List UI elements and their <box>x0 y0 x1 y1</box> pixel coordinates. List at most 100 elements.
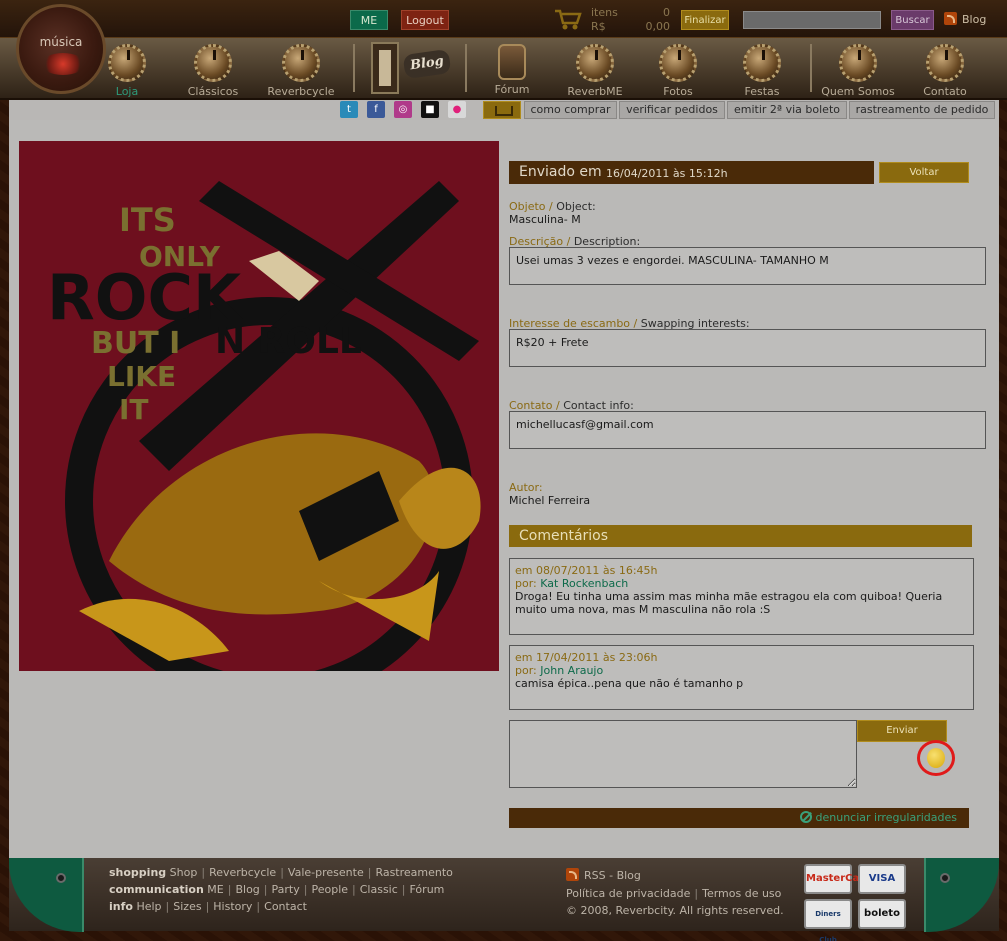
footer-link[interactable]: Shop <box>170 866 198 879</box>
flickr-icon[interactable]: ● <box>448 101 466 118</box>
knob-icon <box>926 44 964 82</box>
objeto-label-en: Object: <box>556 200 596 213</box>
nav-item-festas[interactable]: Festas <box>722 44 802 98</box>
knob-icon <box>282 44 320 82</box>
footer-link[interactable]: Classic <box>360 883 398 896</box>
enviar-button[interactable]: Enviar <box>857 720 947 742</box>
nav-item-label: Reverbcycle <box>267 85 335 98</box>
footer-link[interactable]: Contact <box>264 900 307 913</box>
comments-title: Comentários <box>519 528 609 544</box>
finalizar-button[interactable]: Finalizar <box>681 10 729 30</box>
terms-link[interactable]: Termos de uso <box>702 887 781 900</box>
footer-link[interactable]: ME <box>207 883 223 896</box>
footer-link[interactable]: People <box>311 883 348 896</box>
search-input[interactable] <box>743 11 881 29</box>
poster-line-4: BUT I <box>91 326 180 361</box>
nav-divider <box>465 44 467 92</box>
objeto-label-pt: Objeto / <box>509 200 557 213</box>
nav-item-reverbcycle[interactable]: Reverbcycle <box>261 44 341 98</box>
nav-item-classicos[interactable]: Clássicos <box>173 44 253 98</box>
comment-date: em 17/04/2011 às 23:06h <box>515 651 658 664</box>
logout-button[interactable]: Logout <box>401 10 449 30</box>
switch-icon <box>371 42 399 94</box>
boleto-icon: boleto <box>858 899 906 929</box>
footer-link[interactable]: Vale-presente <box>288 866 364 879</box>
report-label: denunciar irregularidades <box>815 811 958 824</box>
voltar-button[interactable]: Voltar <box>879 162 969 183</box>
blog-link[interactable]: Blog <box>944 12 986 26</box>
cursor-icon <box>927 748 945 768</box>
cart-values: 0 0,00 <box>640 6 671 34</box>
nav-item-label: Contato <box>923 85 967 98</box>
comment-item: em 17/04/2011 às 23:06h por: John Araujo… <box>509 645 974 710</box>
cart-labels: itens R$ <box>591 6 618 34</box>
facebook-icon[interactable]: f <box>367 101 385 118</box>
report-link[interactable]: denunciar irregularidades <box>799 811 958 824</box>
descricao-box: Usei umas 3 vezes e engordei. MASCULINA-… <box>509 247 986 285</box>
verificar-pedidos-link[interactable]: verificar pedidos <box>619 101 725 119</box>
knob-icon <box>194 44 232 82</box>
forum-icon <box>498 44 526 80</box>
como-comprar-link[interactable]: como comprar <box>524 101 617 119</box>
comment-textarea[interactable] <box>509 720 857 788</box>
nav-item-contato[interactable]: Contato <box>905 44 985 98</box>
me-button[interactable]: ME <box>350 10 388 30</box>
footer-shopping-title: shopping <box>109 866 167 879</box>
footer-communication-links: communication ME | Blog | Party | People | Class… <box>109 883 445 896</box>
screw-icon <box>56 873 66 883</box>
forbidden-icon <box>799 811 812 823</box>
footer-link[interactable]: History <box>213 900 252 913</box>
rastreamento-link[interactable]: rastreamento de pedido <box>849 101 995 119</box>
footer-link[interactable]: Party <box>272 883 300 896</box>
footer-link[interactable]: Sizes <box>173 900 201 913</box>
nav-divider <box>810 44 812 92</box>
footer-rss[interactable]: RSS - Blog <box>566 868 641 882</box>
cart-icon[interactable] <box>554 9 582 31</box>
nav-item-reverbme[interactable]: ReverbME <box>555 44 635 98</box>
sent-date: 16/04/2011 às 15:12h <box>606 167 728 180</box>
cart-total: 0,00 <box>645 20 671 33</box>
nav-item-label: Fórum <box>494 83 530 96</box>
autor-value: Michel Ferreira <box>509 494 591 507</box>
footer-link[interactable]: Help <box>136 900 161 913</box>
footer-communication-title: communication <box>109 883 204 896</box>
poster-line-1: ITS <box>119 201 176 239</box>
knob-icon <box>108 44 146 82</box>
comment-item: em 08/07/2011 às 16:45h por: Kat Rockenb… <box>509 558 974 635</box>
nav-item-label: ReverbME <box>567 85 623 98</box>
comment-author[interactable]: Kat Rockenbach <box>540 577 628 590</box>
footer-link[interactable]: Rastreamento <box>375 866 452 879</box>
mastercard-icon: MasterCard <box>804 864 871 894</box>
footer-link[interactable]: Blog <box>235 883 259 896</box>
nav-item-quem-somos[interactable]: Quem Somos <box>818 44 898 98</box>
square-icon[interactable]: ■ <box>421 101 439 118</box>
comment-author[interactable]: John Araujo <box>540 664 603 677</box>
privacy-link[interactable]: Política de privacidade <box>566 887 690 900</box>
poster-line-5: N ROLL <box>215 321 362 362</box>
instagram-icon[interactable]: ◎ <box>394 101 412 118</box>
footer-info-links: info Help | Sizes | History | Contact <box>109 900 307 913</box>
nav-item-label: Festas <box>744 85 780 98</box>
cart-small-button[interactable] <box>483 101 521 119</box>
comment-date: em 08/07/2011 às 16:45h <box>515 564 658 577</box>
sent-header: Enviado em 16/04/2011 às 15:12h <box>509 161 874 184</box>
footer-policy-links: Política de privacidade | Termos de uso <box>566 887 782 900</box>
nav-item-label: Clássicos <box>187 85 239 98</box>
footer-link[interactable]: Fórum <box>410 883 445 896</box>
footer-link[interactable]: Reverbcycle <box>209 866 276 879</box>
footer-shopping-links: shopping Shop | Reverbcycle | Vale-presente |… <box>109 866 453 879</box>
nav-item-fotos[interactable]: Fotos <box>638 44 718 98</box>
comment-por: por: <box>515 664 537 677</box>
rss-icon <box>944 12 957 25</box>
emitir-boleto-link[interactable]: emitir 2ª via boleto <box>727 101 847 119</box>
nav-item-label: Fotos <box>663 85 693 98</box>
footer-info-title: info <box>109 900 133 913</box>
comment-text: camisa épica..pena que não é tamanho p <box>515 677 744 690</box>
twitter-icon[interactable]: t <box>340 101 358 118</box>
cart-currency-label: R$ <box>591 20 606 33</box>
site-logo[interactable]: música <box>16 4 106 94</box>
nav-item-forum[interactable]: Fórum <box>472 44 552 96</box>
buscar-button[interactable]: Buscar <box>891 10 934 30</box>
comment-text: Droga! Eu tinha uma assim mas minha mãe … <box>515 590 943 616</box>
poster-line-7: IT <box>119 393 149 426</box>
